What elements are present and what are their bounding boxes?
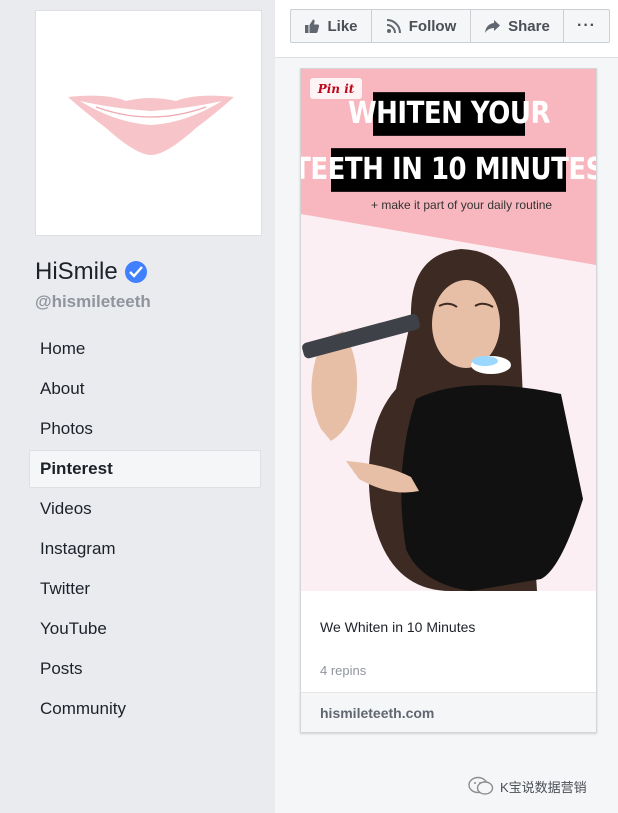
nav-item-community[interactable]: Community xyxy=(29,690,261,728)
share-button[interactable]: Share xyxy=(471,10,564,42)
nav-item-about[interactable]: About xyxy=(29,370,261,408)
nav-item-instagram[interactable]: Instagram xyxy=(29,530,261,568)
rss-feed-icon xyxy=(386,19,401,34)
nav-item-home[interactable]: Home xyxy=(29,330,261,368)
watermark-text: K宝说数据营销 xyxy=(500,779,587,795)
follow-label: Follow xyxy=(408,17,457,35)
nav-item-youtube[interactable]: YouTube xyxy=(29,610,261,648)
page-name-text[interactable]: HiSmile xyxy=(35,258,118,286)
more-dots-icon: ··· xyxy=(577,17,596,34)
more-options-button[interactable]: ··· xyxy=(564,10,609,42)
pin-repins-count: 4 repins xyxy=(320,663,367,678)
nav-item-photos[interactable]: Photos xyxy=(29,410,261,448)
watermark: K宝说数据营销 xyxy=(468,776,587,796)
profile-picture[interactable] xyxy=(35,10,262,236)
lips-logo-icon xyxy=(68,95,234,155)
like-button[interactable]: Like xyxy=(291,10,372,42)
follow-button[interactable]: Follow xyxy=(372,10,471,42)
page-handle[interactable]: @hismileteeth xyxy=(35,292,151,312)
pinterest-pin-card[interactable]: Pin it WHITEN YOUR TEETH IN 10 MINUTES +… xyxy=(300,68,597,733)
pin-subline: + make it part of your daily routine xyxy=(371,198,553,212)
nav-item-posts[interactable]: Posts xyxy=(29,650,261,688)
nav-item-videos[interactable]: Videos xyxy=(29,490,261,528)
nav-item-pinterest[interactable]: Pinterest xyxy=(29,450,261,488)
page-nav: Home About Photos Pinterest Videos Insta… xyxy=(29,330,261,730)
wechat-icon xyxy=(468,776,494,795)
thumbs-up-icon xyxy=(305,19,320,33)
share-arrow-icon xyxy=(485,19,501,33)
like-label: Like xyxy=(327,17,358,35)
page-action-bar: Like Follow Share ··· xyxy=(275,0,618,58)
nav-item-twitter[interactable]: Twitter xyxy=(29,570,261,608)
pin-image[interactable]: Pin it WHITEN YOUR TEETH IN 10 MINUTES +… xyxy=(301,69,596,591)
main-content: Like Follow Share ··· Pin it WHITEN YOUR… xyxy=(275,0,618,813)
pin-title[interactable]: We Whiten in 10 Minutes xyxy=(320,619,475,635)
action-button-group: Like Follow Share ··· xyxy=(290,9,610,43)
pin-headline-line1: WHITEN YOUR xyxy=(348,92,551,136)
pin-source-link[interactable]: hismileteeth.com xyxy=(301,692,596,732)
page-title[interactable]: HiSmile xyxy=(35,258,147,286)
left-sidebar: HiSmile @hismileteeth Home About Photos … xyxy=(0,0,275,813)
share-label: Share xyxy=(508,17,550,35)
verified-badge-icon xyxy=(124,261,147,283)
pin-headline-line2: TEETH IN 10 MINUTES xyxy=(301,148,596,192)
